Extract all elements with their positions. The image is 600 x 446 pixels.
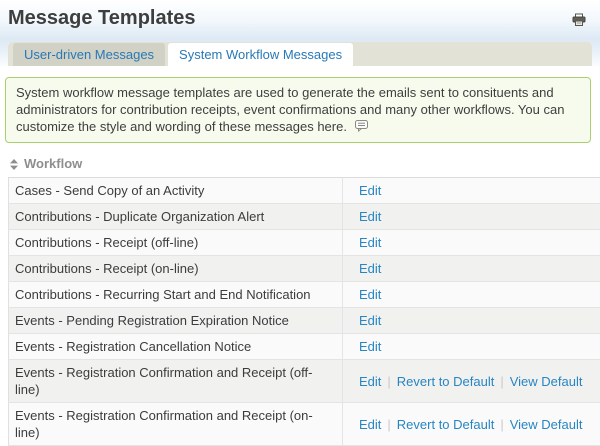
view-default-link[interactable]: View Default [510,417,583,432]
workflow-name: Events - Registration Cancellation Notic… [9,334,343,360]
revert-to-default-link[interactable]: Revert to Default [397,417,495,432]
actions-cell: Edit [343,308,600,334]
table-row: Contributions - Receipt (on-line) Edit [9,256,600,282]
page-title: Message Templates [0,0,600,30]
edit-link[interactable]: Edit [359,417,381,432]
table-row: Cases - Send Copy of an Activity Edit [9,178,600,204]
workflow-table-body: Cases - Send Copy of an Activity Edit Co… [9,178,600,446]
edit-link[interactable]: Edit [359,209,381,224]
edit-link[interactable]: Edit [359,183,381,198]
actions-cell: Edit [343,230,600,256]
workflow-name: Cases - Send Copy of an Activity [9,178,343,204]
action-separator: | [500,417,503,432]
actions-cell: Edit | Revert to Default | View Default [343,360,600,403]
table-row: Events - Registration Cancellation Notic… [9,334,600,360]
page-header: Message Templates User-driven Messages S… [0,0,600,66]
workflow-name: Contributions - Duplicate Organization A… [9,204,343,230]
edit-link[interactable]: Edit [359,287,381,302]
actions-cell: Edit [343,204,600,230]
edit-link[interactable]: Edit [359,374,381,389]
table-row: Events - Pending Registration Expiration… [9,308,600,334]
table-row: Events - Registration Confirmation and R… [9,403,600,446]
printer-icon [572,14,586,31]
actions-cell: Edit | Revert to Default | View Default [343,403,600,446]
workflow-table: Cases - Send Copy of an Activity Edit Co… [8,177,600,446]
workflow-column-header[interactable]: Workflow [10,156,120,172]
revert-to-default-link[interactable]: Revert to Default [397,374,495,389]
workflow-name: Contributions - Recurring Start and End … [9,282,343,308]
workflow-column-label: Workflow [24,156,82,172]
actions-cell: Edit [343,282,600,308]
table-row: Contributions - Duplicate Organization A… [9,204,600,230]
workflow-name: Events - Registration Confirmation and R… [9,360,343,403]
help-message-box: System workflow message templates are us… [5,77,591,143]
action-separator: | [387,374,390,389]
workflow-name: Contributions - Receipt (off-line) [9,230,343,256]
workflow-name: Contributions - Receipt (on-line) [9,256,343,282]
help-message-text: System workflow message templates are us… [16,85,564,134]
actions-cell: Edit [343,256,600,282]
tab-user-driven-messages[interactable]: User-driven Messages [13,43,165,66]
actions-cell: Edit [343,178,600,204]
edit-link[interactable]: Edit [359,313,381,328]
view-default-link[interactable]: View Default [510,374,583,389]
tab-bar: User-driven Messages System Workflow Mes… [8,42,592,66]
help-balloon-icon[interactable] [355,120,368,132]
workflow-name: Events - Pending Registration Expiration… [9,308,343,334]
edit-link[interactable]: Edit [359,235,381,250]
actions-cell: Edit [343,334,600,360]
edit-link[interactable]: Edit [359,339,381,354]
action-separator: | [387,417,390,432]
edit-link[interactable]: Edit [359,261,381,276]
table-row: Contributions - Receipt (off-line) Edit [9,230,600,256]
print-button[interactable] [572,13,586,27]
workflow-name: Events - Registration Confirmation and R… [9,403,343,446]
tab-system-workflow-messages[interactable]: System Workflow Messages [168,43,353,66]
action-separator: | [500,374,503,389]
table-row: Events - Registration Confirmation and R… [9,360,600,403]
sort-icon [10,159,18,170]
table-row: Contributions - Recurring Start and End … [9,282,600,308]
